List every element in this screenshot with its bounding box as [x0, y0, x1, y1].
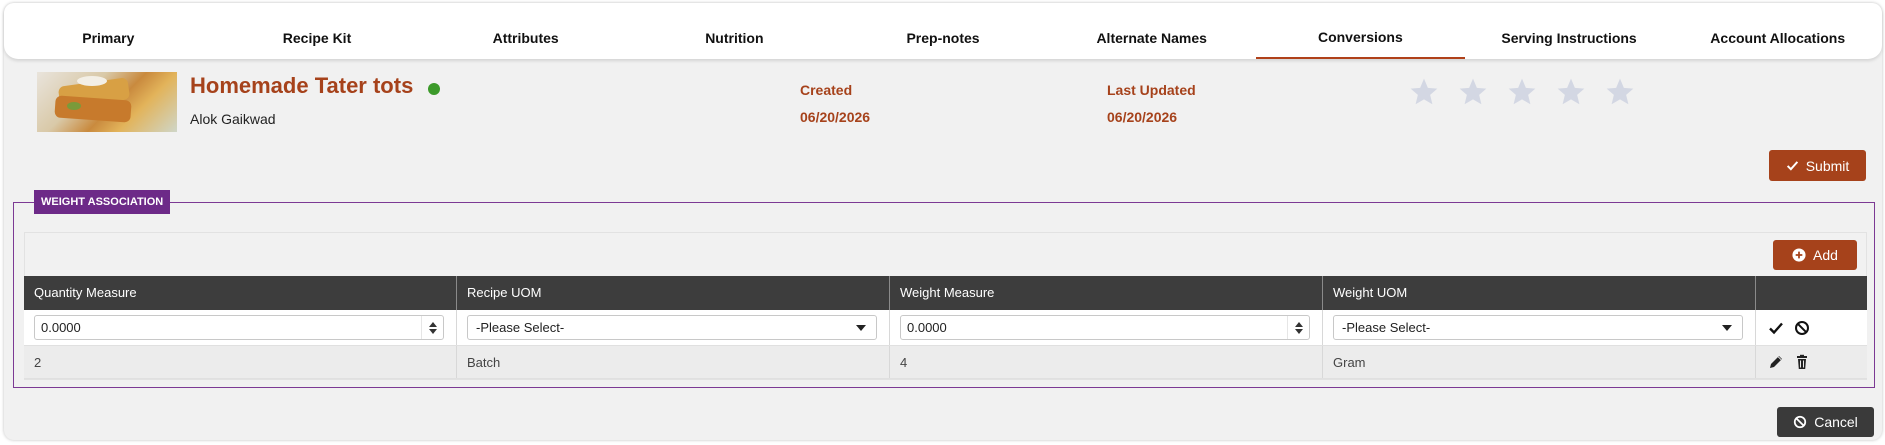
tab-primary[interactable]: Primary: [4, 3, 213, 59]
recipe-uom-cell: Batch: [457, 346, 890, 378]
quantity-measure-cell: 2: [24, 346, 457, 378]
status-dot: [428, 83, 440, 95]
check-icon[interactable]: [1768, 320, 1784, 336]
quantity-measure-value: 0.0000: [41, 320, 81, 335]
star-icon[interactable]: [1457, 76, 1489, 108]
quantity-measure-input[interactable]: 0.0000: [34, 315, 444, 340]
tab-prep-notes[interactable]: Prep-notes: [839, 3, 1048, 59]
star-icon[interactable]: [1604, 76, 1636, 108]
ban-icon[interactable]: [1794, 320, 1810, 336]
chevron-down-icon: [1722, 324, 1732, 331]
star-rating: [1408, 76, 1636, 108]
recipe-author: Alok Gaikwad: [190, 111, 276, 127]
last-updated-label: Last Updated: [1107, 82, 1196, 98]
star-icon[interactable]: [1506, 76, 1538, 108]
tab-recipe-kit[interactable]: Recipe Kit: [213, 3, 422, 59]
column-header-weight-uom[interactable]: Weight UOM: [1323, 276, 1756, 310]
recipe-title: Homemade Tater tots: [190, 73, 414, 98]
column-header-recipe-uom[interactable]: Recipe UOM: [457, 276, 890, 310]
edit-row-actions: [1756, 310, 1867, 345]
pencil-icon[interactable]: [1768, 354, 1784, 370]
weight-uom-value: -Please Select-: [1342, 320, 1431, 335]
quantity-stepper[interactable]: [421, 316, 443, 339]
tab-nutrition[interactable]: Nutrition: [630, 3, 839, 59]
weight-measure-value: 0.0000: [907, 320, 947, 335]
recipe-uom-value: -Please Select-: [476, 320, 565, 335]
trash-icon[interactable]: [1794, 354, 1810, 370]
weight-association-label: WEIGHT ASSOCIATION: [34, 190, 171, 214]
tab-attributes[interactable]: Attributes: [421, 3, 630, 59]
tab-bar: Primary Recipe Kit Attributes Nutrition …: [4, 3, 1882, 59]
chevron-down-icon: [856, 324, 866, 331]
cancel-label: Cancel: [1814, 414, 1858, 430]
submit-label: Submit: [1805, 157, 1850, 174]
check-icon: [1786, 161, 1798, 171]
star-icon[interactable]: [1408, 76, 1440, 108]
tab-account-allocations[interactable]: Account Allocations: [1673, 3, 1882, 59]
table-row: 2 Batch 4 Gram: [24, 346, 1867, 379]
weight-measure-cell: 4: [890, 346, 1323, 378]
column-header-quantity-measure[interactable]: Quantity Measure: [24, 276, 457, 310]
weight-measure-input[interactable]: 0.0000: [900, 315, 1310, 340]
quantity-measure-cell: 0.0000: [24, 310, 457, 345]
tab-alternate-names[interactable]: Alternate Names: [1047, 3, 1256, 59]
column-header-weight-measure[interactable]: Weight Measure: [890, 276, 1323, 310]
plus-circle-icon: [1792, 248, 1806, 262]
weight-association-table: Quantity Measure Recipe UOM Weight Measu…: [24, 276, 1867, 379]
recipe-uom-cell: -Please Select-: [457, 310, 890, 345]
created-label: Created: [800, 82, 853, 98]
weight-measure-cell: 0.0000: [890, 310, 1323, 345]
row-actions: [1756, 346, 1867, 378]
table-header: Quantity Measure Recipe UOM Weight Measu…: [24, 276, 1867, 310]
recipe-thumbnail: [37, 72, 177, 132]
ban-icon: [1794, 415, 1807, 429]
submit-button[interactable]: Submit: [1769, 150, 1866, 181]
tab-serving-instructions[interactable]: Serving Instructions: [1465, 3, 1674, 59]
weight-uom-cell: Gram: [1323, 346, 1756, 378]
weight-uom-cell: -Please Select-: [1323, 310, 1756, 345]
weight-stepper[interactable]: [1287, 316, 1309, 339]
add-button[interactable]: Add: [1773, 240, 1857, 270]
weight-uom-select[interactable]: -Please Select-: [1333, 315, 1743, 340]
star-icon[interactable]: [1555, 76, 1587, 108]
column-header-actions: [1756, 276, 1867, 310]
last-updated-date: 06/20/2026: [1107, 109, 1178, 125]
cancel-button[interactable]: Cancel: [1777, 407, 1874, 437]
table-edit-row: 0.0000 -Please Select- 0.0000 -Please Se…: [24, 310, 1867, 346]
recipe-uom-select[interactable]: -Please Select-: [467, 315, 877, 340]
created-date: 06/20/2026: [800, 109, 871, 125]
add-label: Add: [1813, 247, 1838, 263]
tab-conversions[interactable]: Conversions: [1256, 3, 1465, 59]
